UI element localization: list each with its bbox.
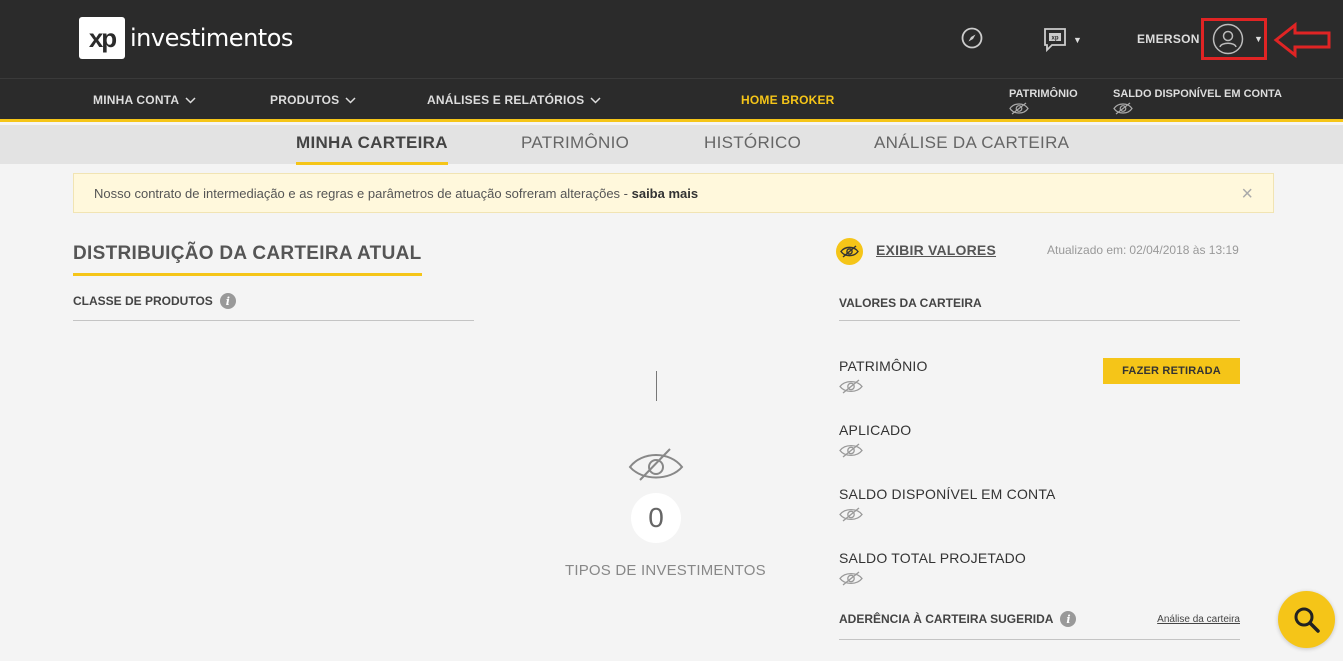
- nav-home-broker[interactable]: HOME BROKER: [741, 93, 835, 107]
- saiba-mais-link[interactable]: saiba mais: [632, 186, 699, 201]
- value-label: SALDO DISPONÍVEL EM CONTA: [839, 486, 1056, 502]
- portfolio-tabs: MINHA CARTEIRA PATRIMÔNIO HISTÓRICO ANÁL…: [0, 125, 1343, 165]
- investment-count: 0: [631, 493, 681, 543]
- info-icon[interactable]: i: [1060, 611, 1077, 627]
- chevron-down-icon: ▼: [1254, 34, 1263, 44]
- xp-logo[interactable]: xp investimentos: [79, 17, 293, 59]
- value-row-saldo-disponivel: SALDO DISPONÍVEL EM CONTA: [839, 486, 1056, 522]
- updated-timestamp: Atualizado em: 02/04/2018 às 13:19: [1047, 243, 1239, 257]
- close-icon[interactable]: ×: [1241, 183, 1253, 206]
- value-label: SALDO TOTAL PROJETADO: [839, 550, 1027, 566]
- left-arrow-annotation-icon: [1273, 22, 1331, 58]
- nav-produtos[interactable]: PRODUTOS: [270, 93, 356, 107]
- investment-count-label: TIPOS DE INVESTIMENTOS: [565, 562, 766, 579]
- search-fab-button[interactable]: [1278, 591, 1335, 648]
- contract-alert: Nosso contrato de intermediação e as reg…: [73, 173, 1274, 213]
- logo-text: investimentos: [130, 24, 293, 52]
- value-row-saldo-projetado: SALDO TOTAL PROJETADO: [839, 550, 1026, 586]
- tab-minha-carteira[interactable]: MINHA CARTEIRA: [296, 133, 448, 165]
- tab-patrimonio[interactable]: PATRIMÔNIO: [521, 133, 629, 153]
- nav-patrimonio[interactable]: PATRIMÔNIO: [1009, 88, 1078, 115]
- nav-label: MINHA CONTA: [93, 93, 180, 107]
- nav-label: ANÁLISES E RELATÓRIOS: [427, 93, 585, 107]
- eye-slash-icon: [840, 245, 859, 258]
- chevron-down-icon: ▼: [1073, 35, 1082, 45]
- eye-slash-icon: [839, 571, 863, 586]
- classe-produtos-header: CLASSE DE PRODUTOS i: [73, 293, 474, 321]
- tab-analise-carteira[interactable]: ANÁLISE DA CARTEIRA: [874, 133, 1069, 153]
- nav-minha-conta[interactable]: MINHA CONTA: [93, 93, 196, 107]
- fazer-retirada-button[interactable]: FAZER RETIRADA: [1103, 358, 1240, 384]
- message-menu[interactable]: xp ▼: [1043, 27, 1083, 53]
- logo-mark: xp: [79, 17, 125, 59]
- main-nav: MINHA CONTA PRODUTOS ANÁLISES E RELATÓRI…: [0, 78, 1343, 122]
- chat-icon: xp: [1044, 28, 1066, 53]
- value-row-aplicado: APLICADO: [839, 422, 911, 458]
- aderencia-header: ADERÊNCIA À CARTEIRA SUGERIDA i Análise …: [839, 611, 1240, 640]
- nav-saldo-label: SALDO DISPONÍVEL EM CONTA: [1113, 88, 1282, 100]
- tab-historico[interactable]: HISTÓRICO: [704, 133, 801, 153]
- value-row-patrimonio: PATRIMÔNIO: [839, 358, 928, 394]
- svg-text:xp: xp: [1051, 36, 1058, 42]
- user-menu[interactable]: ▼: [1201, 18, 1267, 60]
- search-icon: [1294, 607, 1320, 633]
- nav-label: PRODUTOS: [270, 93, 340, 107]
- value-label: APLICADO: [839, 422, 912, 438]
- top-bar: xp investimentos xp ▼ EMERSON ▼: [0, 0, 1343, 78]
- eye-slash-icon: [1113, 102, 1133, 115]
- eye-slash-icon: [839, 507, 863, 522]
- value-label: PATRIMÔNIO: [839, 358, 928, 374]
- divider: [656, 371, 657, 401]
- chevron-down-icon: [590, 96, 601, 104]
- updated-value: 02/04/2018 às 13:19: [1129, 243, 1239, 257]
- updated-label: Atualizado em:: [1047, 243, 1127, 257]
- eye-slash-icon: [839, 379, 863, 394]
- exibir-valores-link[interactable]: EXIBIR VALORES: [876, 242, 996, 258]
- chevron-down-icon: [345, 96, 356, 104]
- classe-produtos-label: CLASSE DE PRODUTOS: [73, 294, 213, 308]
- chevron-down-icon: [185, 96, 196, 104]
- eye-slash-icon: [628, 448, 684, 481]
- info-icon[interactable]: i: [219, 293, 236, 309]
- avatar-icon: [1212, 23, 1244, 55]
- nav-patrimonio-label: PATRIMÔNIO: [1009, 88, 1078, 100]
- nav-analises[interactable]: ANÁLISES E RELATÓRIOS: [427, 93, 601, 107]
- username: EMERSON: [1137, 32, 1200, 46]
- eye-slash-icon: [1009, 102, 1029, 115]
- alert-text: Nosso contrato de intermediação e as reg…: [94, 186, 632, 201]
- eye-slash-icon: [839, 443, 863, 458]
- analise-carteira-link[interactable]: Análise da carteira: [1157, 614, 1240, 625]
- aderencia-label: ADERÊNCIA À CARTEIRA SUGERIDA: [839, 612, 1054, 626]
- compass-icon[interactable]: [961, 27, 983, 49]
- toggle-values-button[interactable]: [836, 238, 863, 265]
- page-title: DISTRIBUIÇÃO DA CARTEIRA ATUAL: [73, 243, 422, 276]
- valores-carteira-header: VALORES DA CARTEIRA: [839, 296, 1240, 321]
- nav-saldo[interactable]: SALDO DISPONÍVEL EM CONTA: [1113, 88, 1282, 115]
